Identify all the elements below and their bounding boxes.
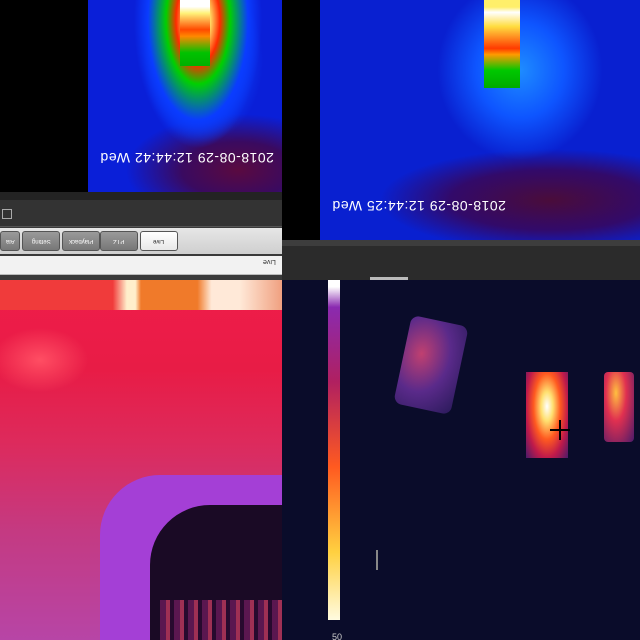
- tab-playback[interactable]: Playback: [62, 231, 100, 251]
- warm-object: [393, 314, 469, 416]
- tab-bar: Live PTZ Playback Setting Ala: [0, 228, 282, 254]
- divider: [282, 240, 640, 246]
- top-right-thermal-view[interactable]: 2018-08-29 12:44:25 Wed: [320, 0, 640, 240]
- thermal-detail: [160, 600, 282, 640]
- hot-edge-band: [0, 280, 282, 310]
- top-left-thermal-view[interactable]: 2018-08-29 12:44:42 Wed: [0, 0, 282, 192]
- cursor-marker: [376, 550, 378, 570]
- view-separator-toolbar: [282, 240, 640, 280]
- client-toolbar: Live PTZ Playback Setting Ala Live: [0, 192, 282, 280]
- hotspot-region: [180, 0, 210, 66]
- tab-label: Playback: [68, 238, 94, 244]
- window-icon[interactable]: [2, 209, 12, 219]
- tab-label: Ala: [5, 238, 15, 244]
- tab-label: PTZ: [113, 238, 125, 244]
- scale-label: 50: [332, 632, 343, 640]
- address-text: Live: [263, 258, 276, 265]
- address-bar[interactable]: Live: [0, 256, 282, 275]
- timestamp-overlay: 2018-08-29 12:44:42 Wed: [100, 150, 274, 166]
- tab-label: Setting: [31, 238, 51, 244]
- hotspot-region: [484, 0, 520, 88]
- warm-object: [604, 372, 634, 442]
- timestamp-overlay: 2018-08-29 12:44:25 Wed: [332, 198, 506, 214]
- tab-setting[interactable]: Setting: [22, 231, 60, 251]
- hot-object: [526, 372, 568, 458]
- tab-ptz[interactable]: PTZ: [100, 231, 138, 251]
- toolbar-strip: [0, 200, 282, 227]
- tab-alarm[interactable]: Ala: [0, 231, 20, 251]
- tab-label: Live: [153, 238, 165, 244]
- temperature-scale-bar: [328, 280, 340, 620]
- bottom-left-thermal-view[interactable]: [0, 280, 282, 640]
- divider: [0, 192, 282, 200]
- bottom-right-thermal-view[interactable]: 50: [282, 280, 640, 640]
- crosshair-icon: [550, 420, 570, 440]
- tab-live[interactable]: Live: [140, 231, 178, 251]
